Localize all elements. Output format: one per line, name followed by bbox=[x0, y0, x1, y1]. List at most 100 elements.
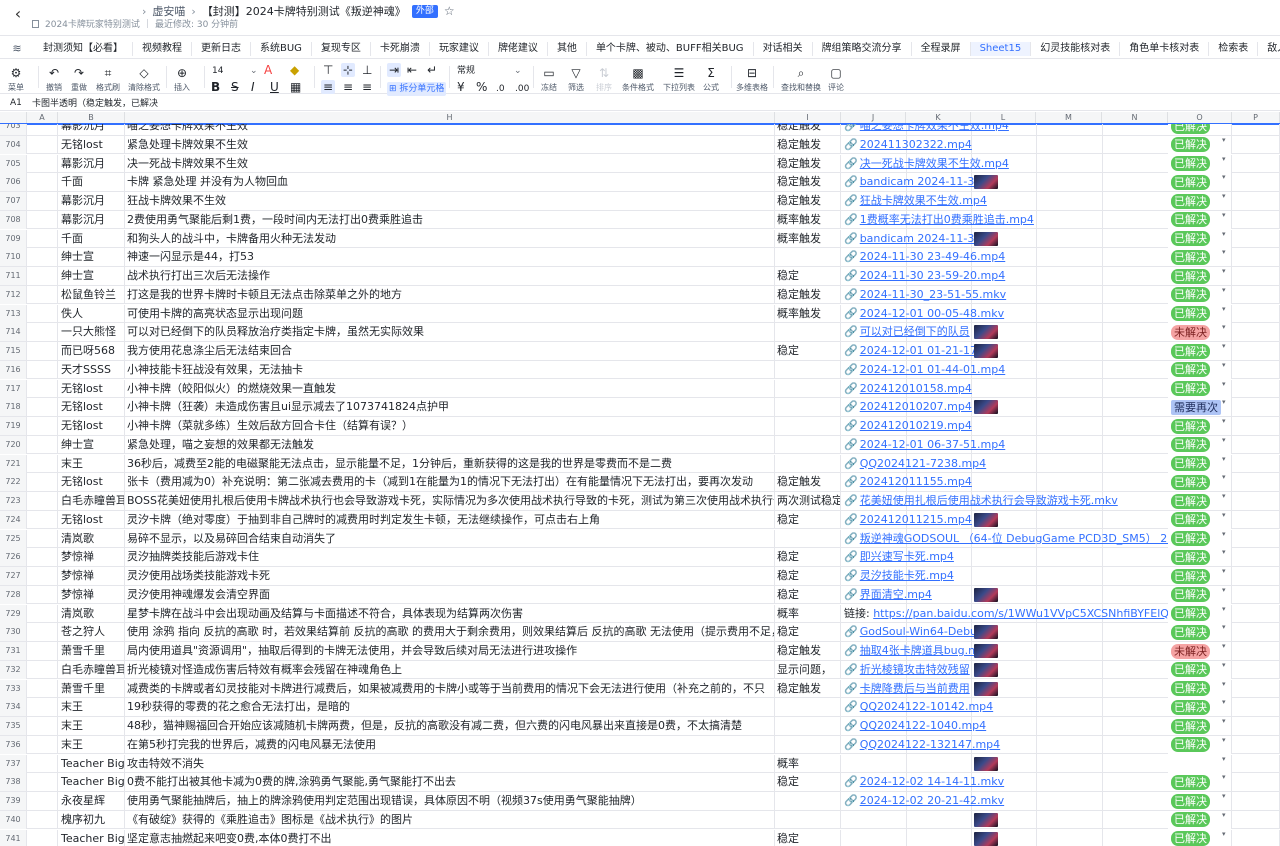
video-thumbnail[interactable] bbox=[974, 756, 998, 771]
comment-button[interactable]: ▢ 评论 bbox=[828, 66, 844, 93]
cell-description[interactable]: 小神卡牌（菜就多练）生效后敌方回合卡住（结算有误？） bbox=[125, 417, 775, 435]
row-number[interactable]: 717 bbox=[0, 379, 27, 398]
cell-p[interactable] bbox=[1232, 379, 1280, 398]
attachment-link[interactable]: 花美妞使用扎根后使用战术执行会导致游戏卡死.mkv bbox=[860, 494, 1118, 507]
table-row[interactable]: 725 清岚歌 易碎不显示，以及易碎回合结束自动消失了 🔗 叛逆神魂GODSOUL （6… bbox=[0, 529, 1280, 549]
attachment-link[interactable]: GodSoul-Win64-Debug bbox=[860, 625, 984, 638]
cell-a[interactable] bbox=[27, 435, 58, 454]
cell-description[interactable]: BOSS花美妞使用扎根后使用卡牌战术执行也会导致游戏卡死，实际情况为多次使用战术… bbox=[125, 492, 775, 510]
sheet-tab[interactable]: 检索表 bbox=[1209, 41, 1259, 56]
cell-reporter[interactable]: 幕影沉月 bbox=[58, 192, 125, 210]
cell-a[interactable] bbox=[27, 623, 58, 642]
cell-attachment[interactable]: 链接: https://pan.baidu.com/s/1WWu1VVpC5XC… bbox=[841, 605, 1198, 623]
chevron-down-icon[interactable]: ⌄ bbox=[250, 64, 258, 78]
cell-reporter[interactable]: 天才SSSS bbox=[58, 360, 125, 379]
table-row[interactable]: 718 无铭lost 小神卡牌（狂袭）未造成伤害且ui显示减去了1073741824… bbox=[0, 398, 1280, 417]
cell-attachment[interactable]: 🔗 202412010158.mp4 bbox=[841, 380, 1171, 398]
cell-reporter[interactable]: 佚人 bbox=[58, 304, 125, 323]
cell-p[interactable] bbox=[1232, 323, 1280, 342]
cell-reporter[interactable]: 萧雪千里 bbox=[58, 642, 125, 660]
cell-reference[interactable]: A1 bbox=[0, 98, 32, 108]
table-row[interactable]: 739 永夜星辉 使用勇气聚能抽牌后，抽上的牌涂鸦使用判定范围出现错误，具体原因不明… bbox=[0, 792, 1280, 811]
cell-reporter[interactable]: 清岚歌 bbox=[58, 529, 125, 548]
cell-attachment[interactable]: 🔗 1费概率无法打出0费乘胜追击.mp4 bbox=[841, 211, 1171, 229]
cell-p[interactable] bbox=[1232, 660, 1280, 679]
percent-button[interactable]: % bbox=[476, 80, 487, 94]
redo-button[interactable]: ↷ 重做 bbox=[71, 66, 87, 93]
row-number[interactable]: 709 bbox=[0, 229, 27, 248]
row-number[interactable]: 734 bbox=[0, 698, 27, 717]
currency-button[interactable]: ¥ bbox=[457, 80, 465, 94]
bold-button[interactable]: B bbox=[211, 80, 220, 94]
cell-description[interactable]: 星梦卡牌在战斗中会出现动画及结算与卡面描述不符合，具体表现为结算两次伤害 bbox=[125, 604, 775, 623]
video-thumbnail[interactable] bbox=[974, 625, 998, 640]
cell-reporter[interactable]: 幕影沉月 bbox=[58, 124, 125, 135]
row-number[interactable]: 738 bbox=[0, 773, 27, 792]
sheet-tab[interactable]: Sheet15 bbox=[970, 41, 1032, 56]
layers-icon[interactable]: ≋ bbox=[0, 42, 34, 55]
cell-attachment[interactable]: 🔗 2024-12-02 20-21-42.mkv bbox=[841, 792, 1171, 810]
cell-reporter[interactable]: 末王 bbox=[58, 735, 125, 754]
cell-frequency[interactable]: 稳定 bbox=[775, 585, 841, 604]
cell-a[interactable] bbox=[27, 360, 58, 379]
table-row[interactable]: 734 末王 19秒获得的零费的花之愈合无法打出，是暗的 🔗 QQ2024122-101… bbox=[0, 698, 1280, 717]
table-row[interactable]: 741 Teacher Big 坚定意志抽燃起来吧变0费,本体0费打不出 稳定 已解决 ▾ bbox=[0, 829, 1280, 846]
insert-button[interactable]: ⊕ 插入 bbox=[174, 66, 190, 93]
cell-attachment[interactable]: 🔗 即兴速写卡死.mp4 bbox=[841, 548, 1171, 566]
cell-frequency[interactable] bbox=[775, 398, 841, 417]
row-number[interactable]: 736 bbox=[0, 735, 27, 754]
cell-a[interactable] bbox=[27, 248, 58, 267]
row-number[interactable]: 739 bbox=[0, 792, 27, 810]
cell-frequency[interactable]: 概率 bbox=[775, 754, 841, 773]
cell-frequency[interactable]: 稳定触发 bbox=[775, 124, 841, 135]
cell-p[interactable] bbox=[1232, 210, 1280, 229]
cell-p[interactable] bbox=[1232, 642, 1280, 660]
cell-reporter[interactable]: 梦惊禅 bbox=[58, 548, 125, 567]
align-center-icon[interactable]: ≡ bbox=[343, 80, 353, 94]
table-row[interactable]: 716 天才SSSS 小神技能卡狂战没有效果，无法抽卡 🔗 2024-12-01 01-… bbox=[0, 360, 1280, 380]
attachment-link[interactable]: 2024-12-01 01-44-01.mp4 bbox=[860, 363, 1006, 376]
row-number[interactable]: 714 bbox=[0, 323, 27, 342]
table-row[interactable]: 737 Teacher Big 攻击特效不消失 概率 ▾ bbox=[0, 754, 1280, 774]
cell-reporter[interactable]: 无铭lost bbox=[58, 379, 125, 398]
attachment-link[interactable]: QQ2024122-132147.mp4 bbox=[860, 738, 1000, 751]
cell-a[interactable] bbox=[27, 642, 58, 660]
cell-reporter[interactable]: 千面 bbox=[58, 173, 125, 192]
cell-attachment[interactable]: 🔗 QQ2024122-10142.mp4 bbox=[841, 698, 1171, 716]
cell-reporter[interactable]: 松鼠鱼铃兰 bbox=[58, 285, 125, 304]
sheet-tab[interactable]: 角色单卡核对表 bbox=[1120, 41, 1210, 56]
table-row[interactable]: 732 白毛赤瞳兽耳 折光棱镜对怪造成伤害后特效有概率会残留在神魂角色上 显示问题， 🔗… bbox=[0, 660, 1280, 680]
cell-reporter[interactable]: 一只大熊怪 bbox=[58, 323, 125, 342]
find-replace-button[interactable]: ⌕ 查找和替换 bbox=[781, 66, 821, 93]
cell-description[interactable]: 易碎不显示，以及易碎回合结束自动消失了 bbox=[125, 529, 775, 548]
cell-description[interactable]: 48秒，猫神赐福回合开始应该减随机卡牌两费，但是，反抗的高歌没有减二费，但六费的… bbox=[125, 717, 775, 735]
cell-description[interactable]: 紧急处理卡牌效果不生效 bbox=[125, 135, 775, 154]
cell-attachment[interactable]: 🔗 GodSoul-Win64-Debug bbox=[841, 623, 1171, 641]
cell-p[interactable] bbox=[1232, 124, 1280, 135]
cell-p[interactable] bbox=[1232, 810, 1280, 829]
cell-frequency[interactable] bbox=[775, 417, 841, 435]
video-thumbnail[interactable] bbox=[974, 812, 998, 827]
sheet-tab[interactable]: 更新日志 bbox=[192, 41, 251, 56]
table-row[interactable]: 720 绅士宣 紧急处理，喵之妄想的效果都无法触发 🔗 2024-12-01 06-37… bbox=[0, 435, 1280, 455]
cell-description[interactable]: 19秒获得的零费的花之愈合无法打出，是暗的 bbox=[125, 698, 775, 717]
strikethrough-button[interactable]: S bbox=[231, 80, 239, 94]
cell-p[interactable] bbox=[1232, 548, 1280, 567]
row-number[interactable]: 707 bbox=[0, 192, 27, 210]
cell-a[interactable] bbox=[27, 124, 58, 135]
cell-reporter[interactable]: 无铭lost bbox=[58, 473, 125, 492]
cell-attachment[interactable]: 🔗 2024-11-30 23-49-46.mp4 bbox=[841, 248, 1171, 266]
cell-a[interactable] bbox=[27, 717, 58, 735]
cell-p[interactable] bbox=[1232, 154, 1280, 173]
row-number[interactable]: 704 bbox=[0, 135, 27, 154]
row-number[interactable]: 703 bbox=[0, 124, 27, 135]
cell-reporter[interactable]: 而已呀568 bbox=[58, 342, 125, 360]
cell-attachment[interactable]: 🔗 灵汐技能卡死.mp4 bbox=[841, 567, 1171, 585]
row-number[interactable]: 735 bbox=[0, 717, 27, 735]
align-top-icon[interactable]: ⊤ bbox=[323, 63, 333, 77]
cell-a[interactable] bbox=[27, 285, 58, 304]
attachment-link[interactable]: 可以对已经倒下的队员 bbox=[860, 325, 970, 338]
star-icon[interactable]: ☆ bbox=[444, 4, 455, 18]
cell-frequency[interactable]: 稳定 bbox=[775, 342, 841, 360]
attachment-link[interactable]: 狂战卡牌效果不生效.mp4 bbox=[860, 194, 987, 207]
